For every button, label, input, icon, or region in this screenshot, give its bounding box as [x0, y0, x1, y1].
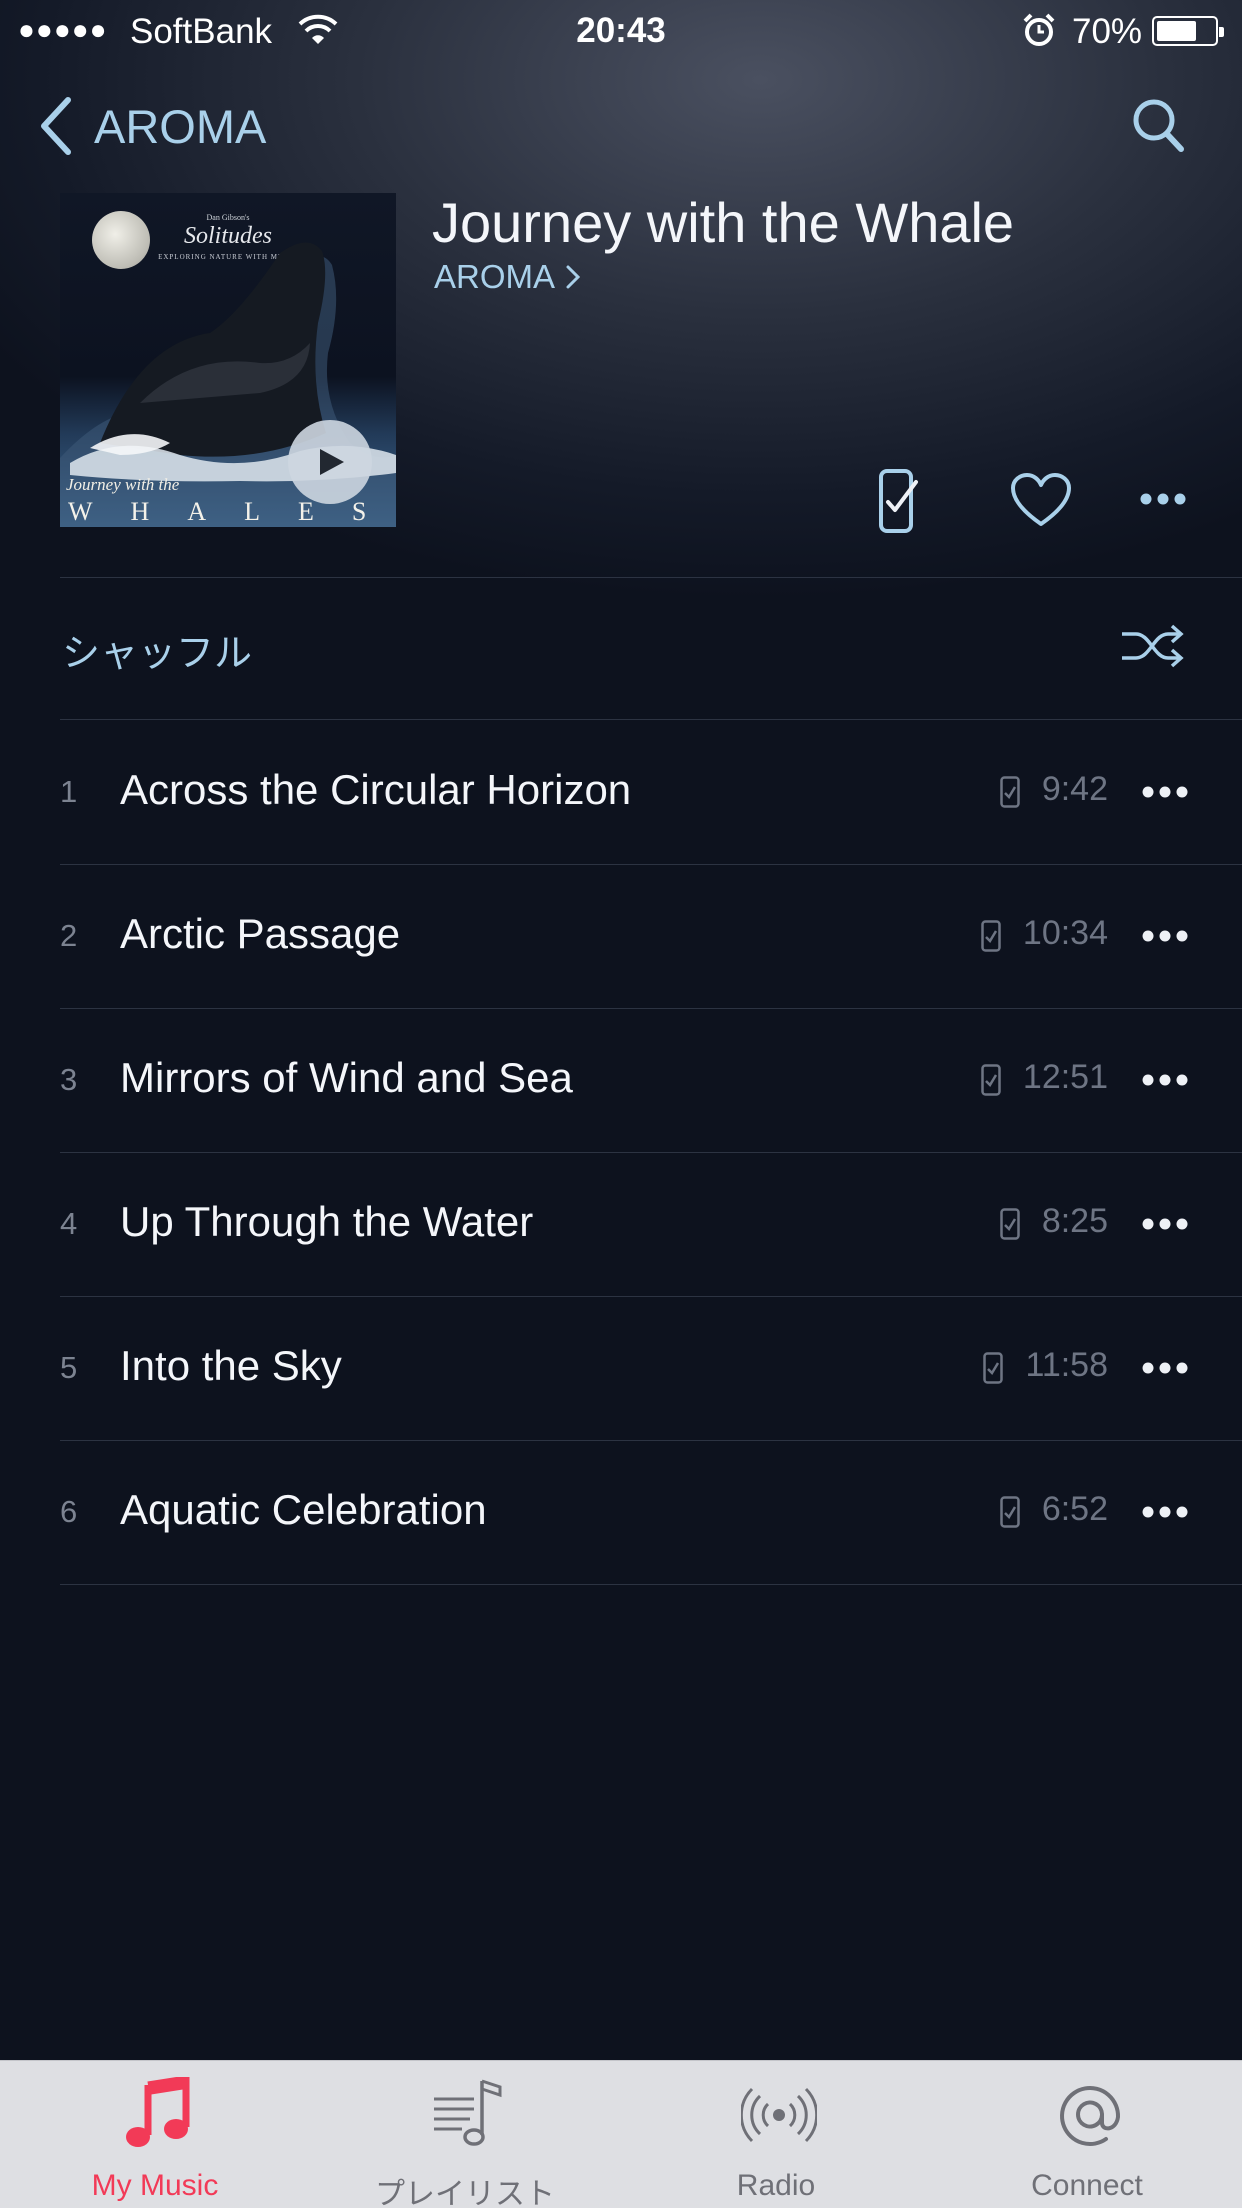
- track-duration: 12:51: [1022, 1058, 1108, 1096]
- downloaded-device-icon[interactable]: [878, 468, 922, 534]
- downloaded-icon: [1000, 1208, 1020, 1240]
- track-number: 3: [60, 1062, 78, 1097]
- radio-icon: [741, 2087, 817, 2143]
- tab-connect[interactable]: Connect: [932, 2061, 1242, 2208]
- tab-label: Radio: [736, 2169, 816, 2202]
- track-row[interactable]: 2 Arctic Passage 10:34: [60, 864, 1190, 1008]
- tab-radio[interactable]: Radio: [621, 2061, 931, 2208]
- playlist-icon: [434, 2079, 502, 2146]
- alarm-icon: [1023, 13, 1055, 46]
- tab-bar: My Music プレイリスト Radio Connect: [0, 2060, 1242, 2208]
- shuffle-label: シャッフル: [62, 633, 253, 675]
- track-row[interactable]: 1 Across the Circular Horizon 9:42: [60, 720, 1190, 864]
- track-duration: 9:42: [1041, 770, 1108, 808]
- tab-label: プレイリスト: [375, 2178, 555, 2208]
- chevron-left-icon: [41, 97, 71, 155]
- track-title: Aquatic Celebration: [120, 1486, 487, 1533]
- track-more-options-icon[interactable]: [1142, 1217, 1188, 1231]
- track-title: Arctic Passage: [120, 910, 401, 957]
- track-duration: 11:58: [1025, 1346, 1108, 1384]
- downloaded-icon: [983, 1352, 1004, 1384]
- track-duration: 10:34: [1022, 914, 1108, 952]
- back-button[interactable]: AROMA: [36, 96, 266, 156]
- track-more-options-icon[interactable]: [1142, 1505, 1188, 1519]
- track-number: 2: [60, 918, 78, 953]
- tab-label: My Music: [91, 2169, 219, 2202]
- track-title: Into the Sky: [120, 1342, 342, 1389]
- track-duration: 8:25: [1041, 1202, 1108, 1240]
- tab-playlists[interactable]: プレイリスト: [310, 2061, 620, 2208]
- artist-link[interactable]: AROMA: [434, 258, 581, 296]
- battery-icon: [1152, 16, 1224, 46]
- downloaded-icon: [1000, 1496, 1020, 1528]
- more-options-icon[interactable]: [1140, 492, 1186, 506]
- status-bar: ●●●●● SoftBank 20:43 70%: [0, 0, 1242, 60]
- shuffle-icon: [1122, 624, 1184, 668]
- track-more-options-icon[interactable]: [1142, 929, 1188, 943]
- tab-label: Connect: [1031, 2169, 1143, 2202]
- track-duration: 6:52: [1041, 1490, 1108, 1528]
- battery-fill: [1157, 21, 1196, 41]
- track-more-options-icon[interactable]: [1142, 1361, 1188, 1375]
- track-row[interactable]: 3 Mirrors of Wind and Sea 12:51: [60, 1008, 1190, 1152]
- track-row[interactable]: 6 Aquatic Celebration 6:52: [60, 1440, 1190, 1584]
- artist-name: AROMA: [434, 258, 556, 295]
- track-title: Mirrors of Wind and Sea: [120, 1054, 573, 1101]
- back-label: AROMA: [94, 99, 267, 153]
- music-note-icon: [126, 2077, 190, 2147]
- downloaded-icon: [981, 1064, 1001, 1096]
- track-number: 4: [60, 1206, 78, 1241]
- cover-subtitle: Journey with the: [66, 475, 180, 494]
- battery-percent: 70%: [1072, 12, 1143, 51]
- track-number: 5: [60, 1350, 78, 1385]
- shuffle-row[interactable]: シャッフル: [60, 578, 1190, 718]
- play-button[interactable]: [288, 420, 372, 504]
- at-sign-icon: [1060, 2086, 1121, 2147]
- track-more-options-icon[interactable]: [1142, 1073, 1188, 1087]
- track-number: 6: [60, 1494, 78, 1529]
- track-title: Across the Circular Horizon: [120, 766, 632, 813]
- search-icon[interactable]: [1130, 94, 1186, 154]
- downloaded-icon: [1000, 776, 1020, 808]
- tab-my-music[interactable]: My Music: [0, 2061, 310, 2208]
- album-title: Journey with the Whale: [432, 191, 1015, 254]
- track-title: Up Through the Water: [120, 1198, 534, 1245]
- track-row[interactable]: 4 Up Through the Water 8:25: [60, 1152, 1190, 1296]
- divider: [60, 1584, 1242, 1585]
- cover-word: WHALES: [68, 497, 396, 526]
- track-number: 1: [60, 774, 78, 809]
- downloaded-icon: [981, 920, 1001, 952]
- play-icon: [320, 449, 344, 475]
- track-row[interactable]: 5 Into the Sky 11:58: [60, 1296, 1190, 1440]
- chevron-right-icon: [566, 265, 581, 289]
- heart-icon[interactable]: [1010, 472, 1072, 528]
- track-more-options-icon[interactable]: [1142, 785, 1188, 799]
